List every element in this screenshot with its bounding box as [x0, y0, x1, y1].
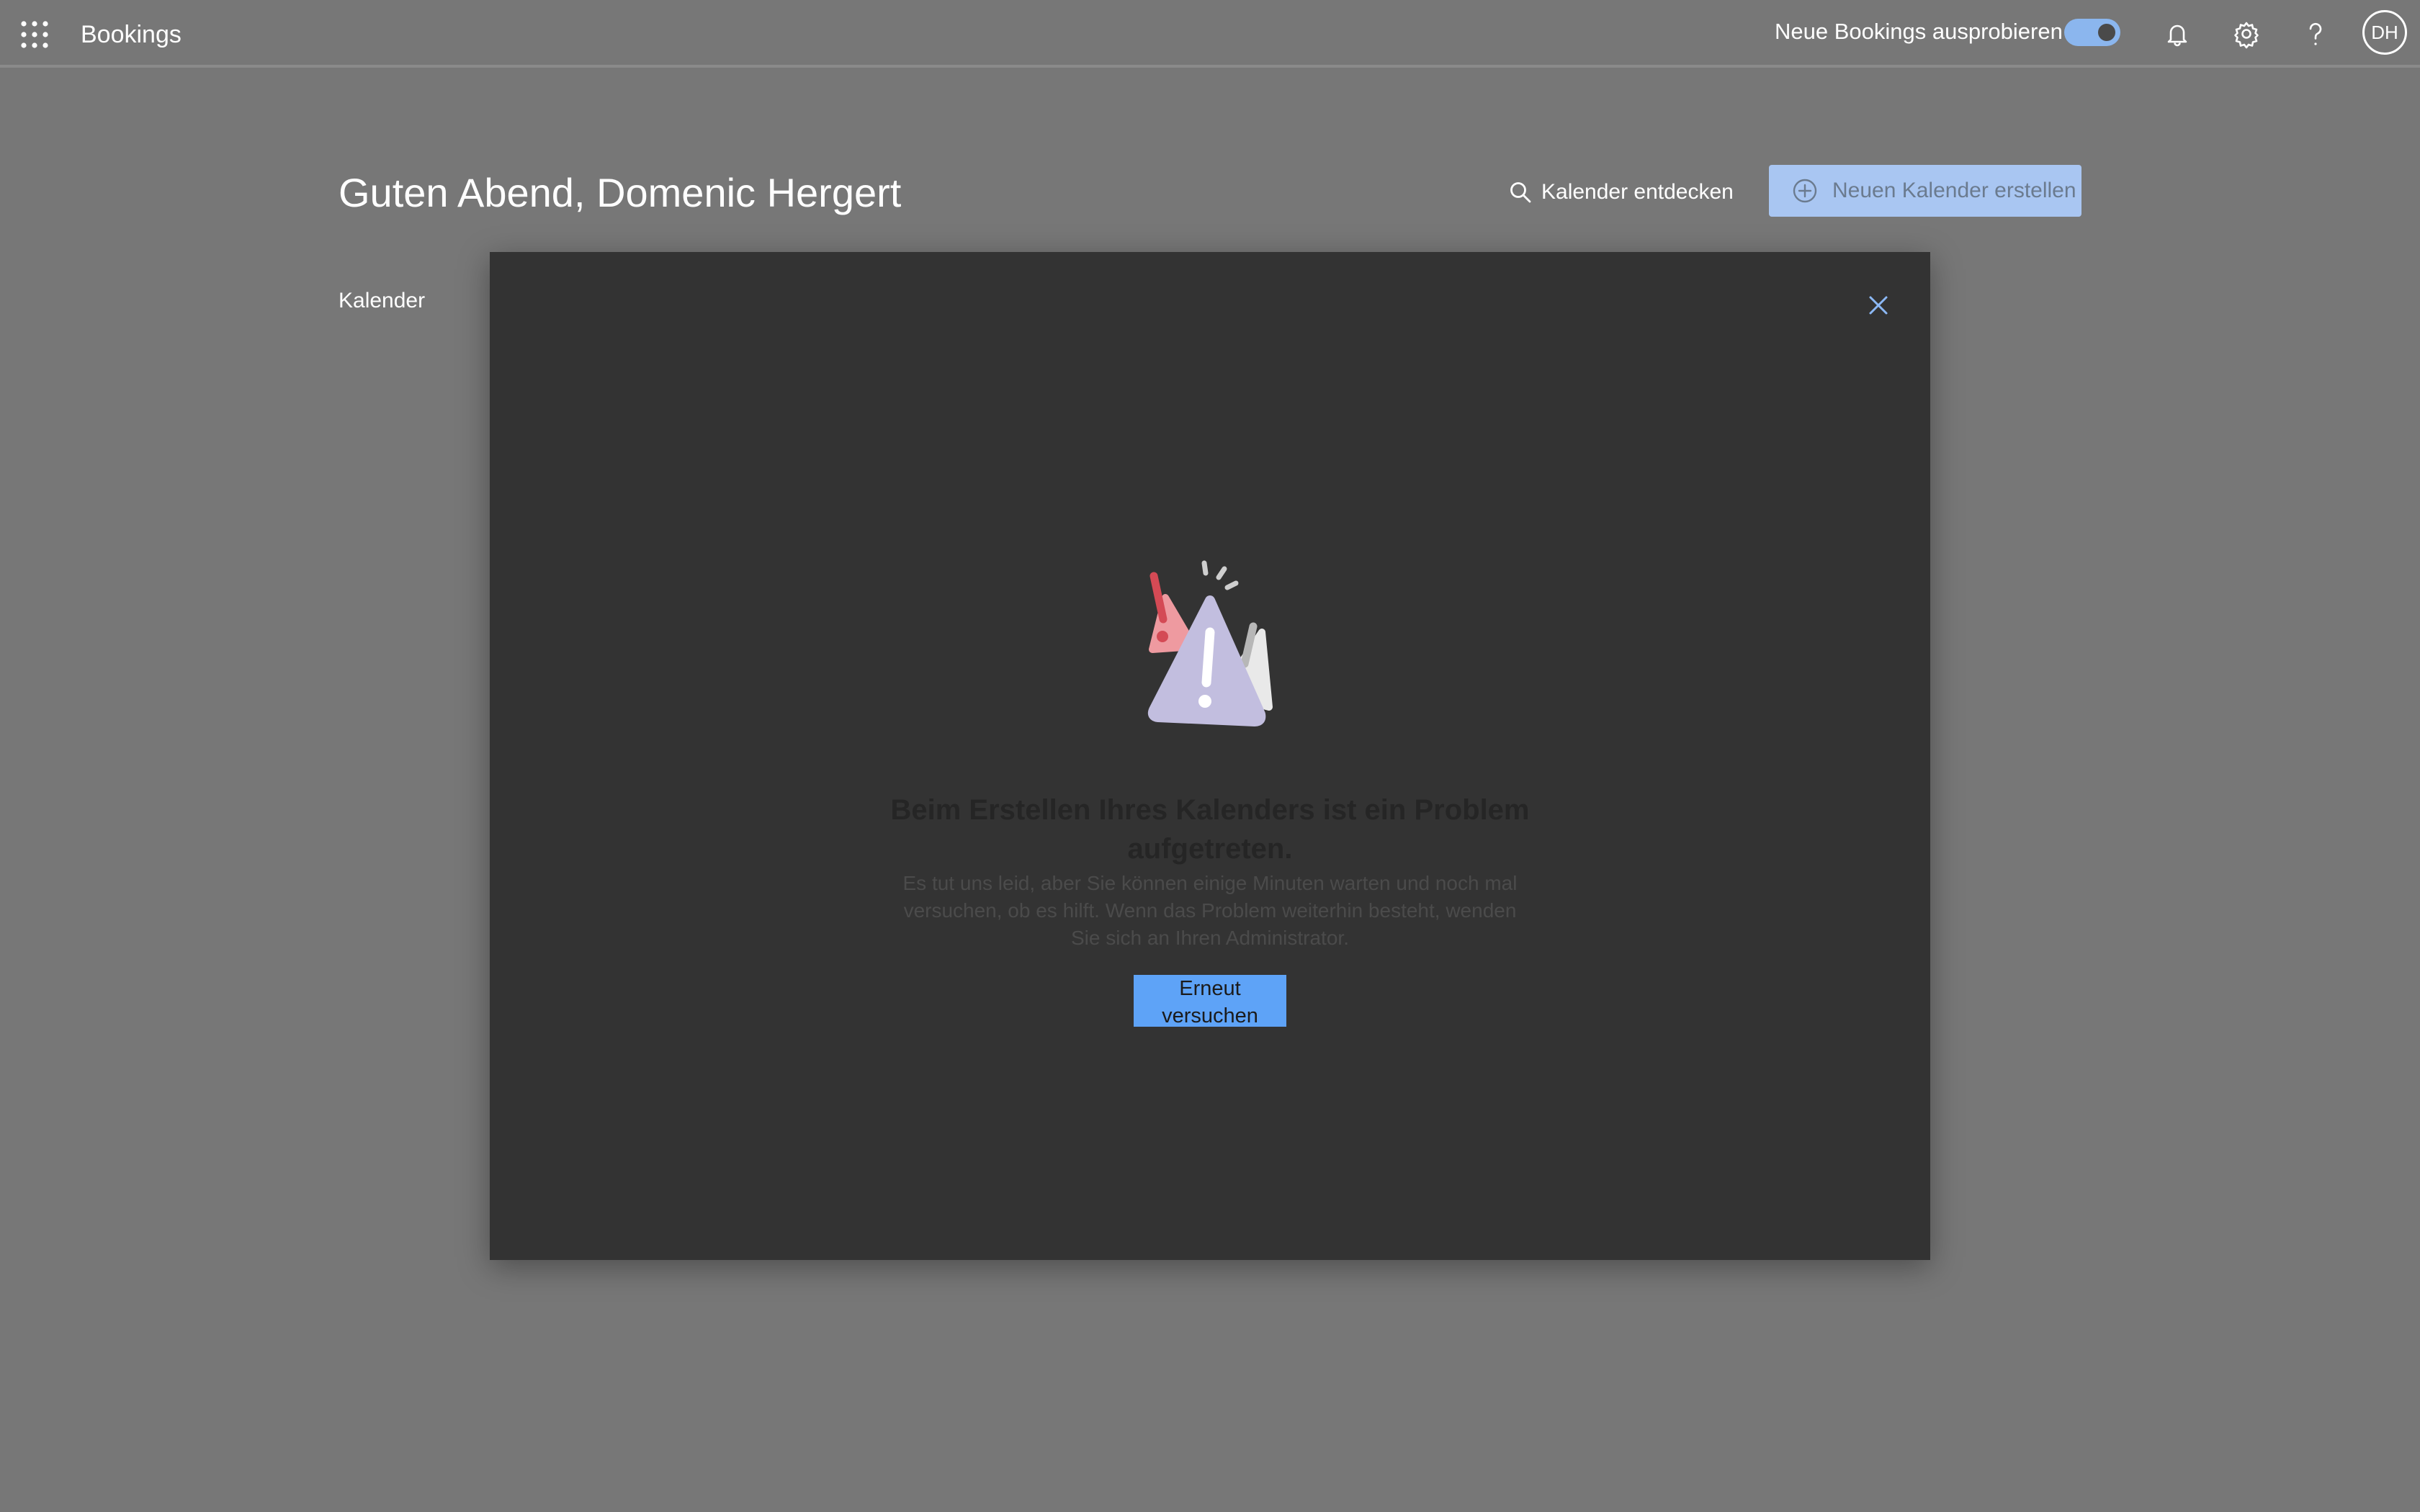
search-icon: [1510, 182, 1531, 203]
try-new-bookings-label: Neue Bookings ausprobieren: [1775, 19, 2063, 44]
create-calendar-label: Neuen Kalender erstellen: [1832, 179, 2076, 202]
add-circle-icon: [1793, 179, 1817, 203]
warning-illustration-icon: [1147, 560, 1273, 726]
error-title: Beim Erstellen Ihres Kalenders ist ein P…: [890, 794, 1530, 865]
create-calendar-button[interactable]: Neuen Kalender erstellen: [1769, 165, 2081, 217]
toggle-knob: [2098, 24, 2115, 41]
top-bar: Bookings Neue Bookings ausprobieren DH: [0, 0, 2420, 68]
gear-icon[interactable]: [2231, 19, 2262, 49]
error-description: Es tut uns leid, aber Sie können einige …: [902, 872, 1518, 949]
error-dialog: Beim Erstellen Ihres Kalenders ist ein P…: [490, 252, 1930, 1260]
app-title[interactable]: Bookings: [81, 19, 182, 50]
avatar[interactable]: DH: [2362, 10, 2407, 55]
page-title: Guten Abend, Domenic Hergert: [339, 170, 902, 215]
try-new-bookings-toggle[interactable]: [2064, 19, 2120, 46]
retry-button[interactable]: Erneut versuchen: [1134, 975, 1286, 1027]
bell-icon[interactable]: [2162, 19, 2192, 49]
waffle-icon[interactable]: [20, 20, 49, 49]
close-icon[interactable]: [1863, 289, 1894, 321]
discover-calendars-label: Kalender entdecken: [1541, 180, 1734, 204]
help-icon[interactable]: [2300, 19, 2331, 49]
calendars-section-label: Kalender: [339, 289, 426, 312]
